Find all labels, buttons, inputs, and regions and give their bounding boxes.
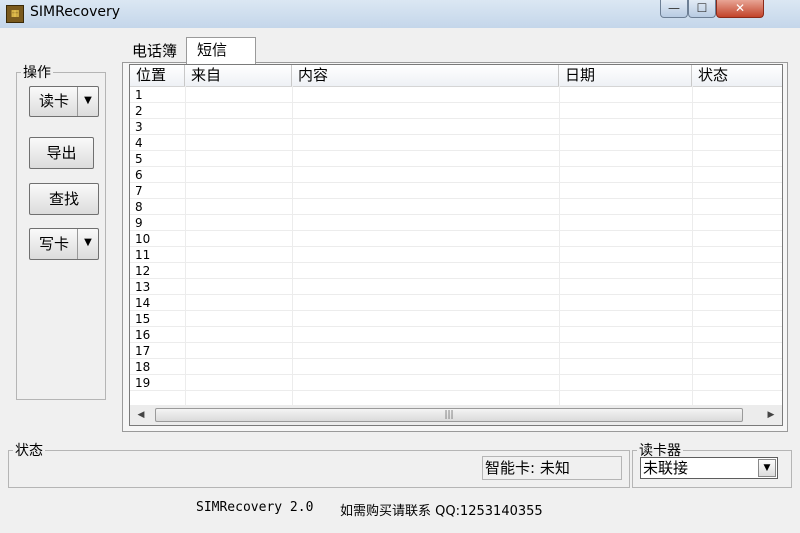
window-title: SIMRecovery [30,4,121,20]
horizontal-scrollbar[interactable]: ◀ ||| ▶ [130,405,782,425]
table-row[interactable]: 11 [130,247,782,263]
row-position: 7 [135,184,143,198]
scrollbar-thumb[interactable]: ||| [155,408,743,422]
table-row[interactable]: 5 [130,151,782,167]
column-header-date[interactable]: 日期 [559,65,692,86]
chevron-down-icon[interactable]: ▼ [77,87,98,116]
column-header-content[interactable]: 内容 [292,65,559,86]
scroll-right-icon[interactable]: ▶ [762,405,780,425]
column-header-from[interactable]: 来自 [185,65,292,86]
contact-text: 如需购买请联系 QQ:1253140355 [340,504,543,519]
table-row[interactable]: 13 [130,279,782,295]
row-position: 4 [135,136,143,150]
title-bar: ▦ SIMRecovery — ☐ ✕ [0,0,800,28]
table-row[interactable]: 16 [130,327,782,343]
column-header-position[interactable]: 位置 [130,65,185,86]
export-button[interactable]: 导出 [29,137,94,169]
read-card-button[interactable]: 读卡 ▼ [29,86,99,117]
table-row[interactable]: 19 [130,375,782,391]
row-position: 6 [135,168,143,182]
table-row[interactable]: 3 [130,119,782,135]
table-row[interactable]: 6 [130,167,782,183]
tab-sms[interactable]: 短信 [186,37,256,64]
sim-card-icon: ▦ [6,5,24,23]
table-row[interactable]: 12 [130,263,782,279]
table-row[interactable]: 15 [130,311,782,327]
row-position: 1 [135,88,143,102]
status-legend: 状态 [15,443,43,459]
write-card-button[interactable]: 写卡 ▼ [29,228,99,260]
close-button[interactable]: ✕ [716,0,764,18]
read-card-label: 读卡 [38,92,69,110]
table-row[interactable]: 17 [130,343,782,359]
column-header-status[interactable]: 状态 [692,65,782,86]
table-row[interactable]: 7 [130,183,782,199]
chevron-down-icon[interactable]: ▼ [77,229,98,259]
row-position: 11 [135,248,151,262]
maximize-button[interactable]: ☐ [688,0,716,18]
row-position: 15 [135,312,151,326]
minimize-button[interactable]: — [660,0,688,18]
table-row[interactable]: 2 [130,103,782,119]
row-position: 3 [135,120,143,134]
smart-card-status: 智能卡: 未知 [482,456,622,480]
row-position: 8 [135,200,143,214]
row-position: 5 [135,152,143,166]
operations-legend: 操作 [23,65,51,81]
table-row[interactable]: 10 [130,231,782,247]
table-row[interactable]: 8 [130,199,782,215]
row-position: 13 [135,280,151,294]
row-position: 12 [135,264,151,278]
tab-phonebook[interactable]: 电话簿 [128,40,184,62]
find-button[interactable]: 查找 [29,183,99,215]
table-row[interactable]: 1 [130,87,782,103]
table-row[interactable]: 18 [130,359,782,375]
row-position: 10 [135,232,151,246]
row-position: 16 [135,328,151,342]
row-position: 9 [135,216,143,230]
row-position: 14 [135,296,151,310]
reader-selected-value: 未联接 [643,459,689,477]
write-card-label: 写卡 [38,235,69,253]
row-position: 17 [135,344,151,358]
table-row[interactable]: 9 [130,215,782,231]
reader-select[interactable]: 未联接 ▼ [640,457,778,479]
table-row[interactable]: 4 [130,135,782,151]
row-position: 19 [135,376,151,390]
version-text: SIMRecovery 2.0 [196,500,314,515]
row-position: 18 [135,360,151,374]
table-row[interactable]: 14 [130,295,782,311]
scroll-left-icon[interactable]: ◀ [132,405,150,425]
row-position: 2 [135,104,143,118]
chevron-down-icon[interactable]: ▼ [758,459,776,477]
sms-list[interactable]: 位置 来自 内容 日期 状态 1 2 3 4 5 6 7 8 9 10 11 12 13 14 15 16 17… [129,64,783,426]
list-header: 位置 来自 内容 日期 状态 [130,65,782,87]
